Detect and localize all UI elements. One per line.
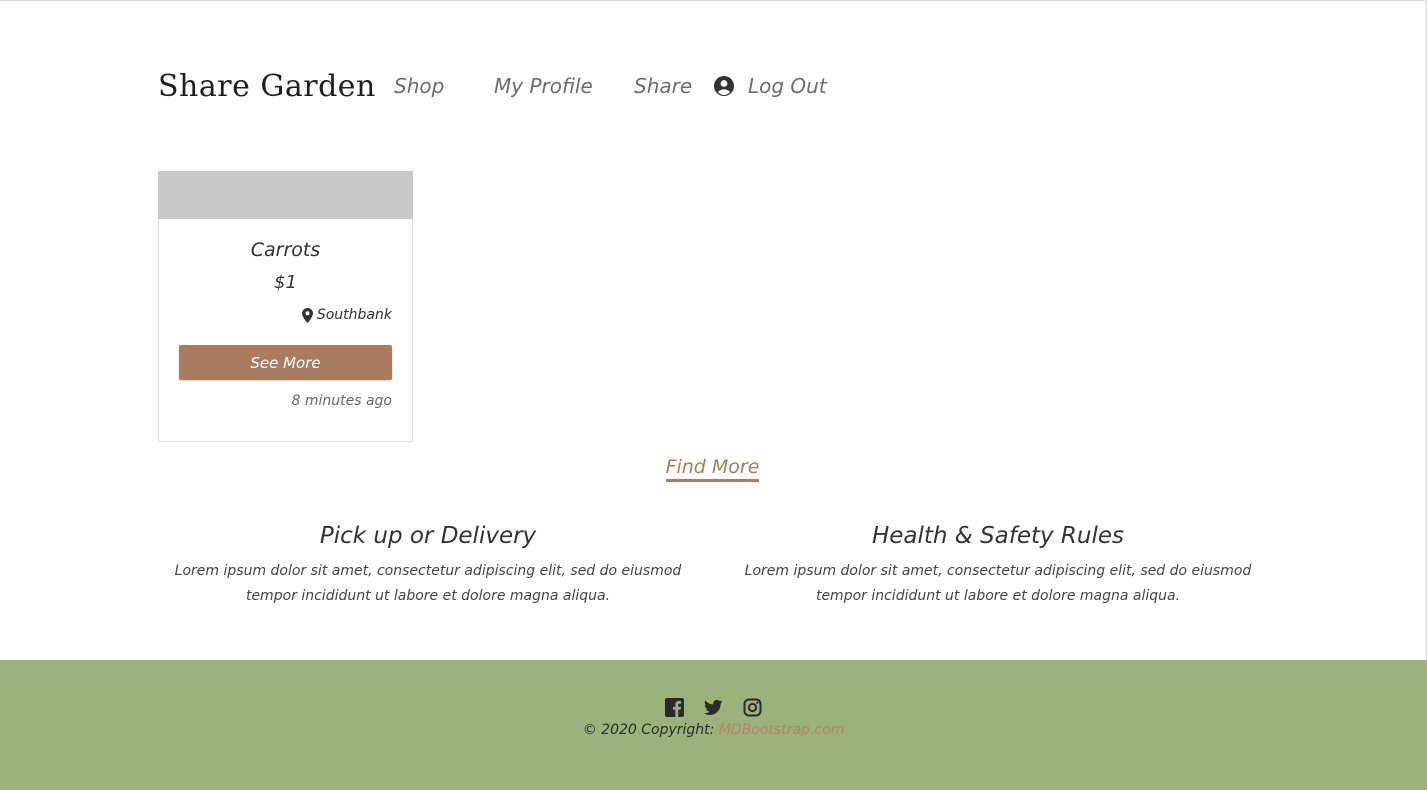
feature-title: Pick up or Delivery <box>319 523 537 549</box>
user-circle-icon <box>714 76 734 96</box>
find-more-container: Find More <box>0 456 1425 482</box>
product-image-placeholder <box>158 171 413 219</box>
find-more-link[interactable]: Find More <box>665 456 760 482</box>
nav-link-share[interactable]: Share <box>634 74 692 98</box>
facebook-icon[interactable] <box>665 698 684 717</box>
product-price: $1 <box>274 272 297 293</box>
location-label: Southbank <box>316 307 392 323</box>
copyright-label: © 2020 Copyright: <box>582 722 715 738</box>
map-marker-icon <box>301 307 313 323</box>
social-links <box>0 698 1427 717</box>
product-location: Southbank <box>301 307 392 323</box>
feature-health-safety: Health & Safety Rules Lorem ipsum dolor … <box>728 523 1268 609</box>
brand-logo[interactable]: Share Garden <box>158 69 376 104</box>
post-timestamp: 8 minutes ago <box>291 393 392 409</box>
log-out-label: Log Out <box>748 74 827 98</box>
feature-title: Health & Safety Rules <box>871 523 1125 549</box>
mdbootstrap-link[interactable]: MDBootstrap.com <box>719 722 844 738</box>
copyright-text: © 2020 Copyright: MDBootstrap.com <box>0 722 1427 738</box>
top-border <box>0 0 1427 1</box>
feature-text: Lorem ipsum dolor sit amet, consectetur … <box>174 563 682 604</box>
nav-link-log-out[interactable]: Log Out <box>714 74 827 98</box>
feature-text: Lorem ipsum dolor sit amet, consectetur … <box>744 563 1252 604</box>
twitter-icon[interactable] <box>704 698 723 717</box>
product-title: Carrots <box>250 239 321 261</box>
see-more-button[interactable]: See More <box>179 345 392 380</box>
nav-link-my-profile[interactable]: My Profile <box>494 74 593 98</box>
navbar: Share Garden Shop My Profile Share Log O… <box>158 62 827 110</box>
product-card: Carrots $1 Southbank See More 8 minutes … <box>158 171 413 442</box>
feature-pickup-delivery: Pick up or Delivery Lorem ipsum dolor si… <box>158 523 698 609</box>
instagram-icon[interactable] <box>743 698 762 717</box>
nav-link-shop[interactable]: Shop <box>394 74 444 98</box>
footer: © 2020 Copyright: MDBootstrap.com <box>0 660 1427 790</box>
